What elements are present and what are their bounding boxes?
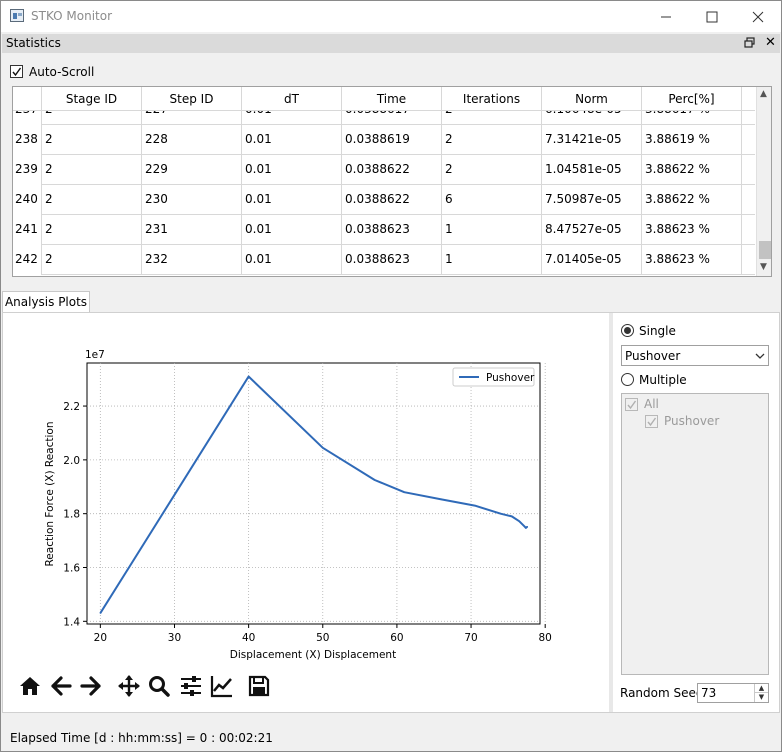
scroll-down-icon[interactable]: ▼ <box>760 262 767 272</box>
x-tick-label: 20 <box>94 632 107 644</box>
minimize-button[interactable] <box>643 1 689 32</box>
y-tick-label: 1.8 <box>63 509 80 521</box>
close-icon <box>752 11 764 22</box>
zoom-icon <box>149 676 170 697</box>
table-cell: 3.88623 % <box>642 215 742 245</box>
y-tick-label: 2.0 <box>63 455 80 467</box>
data-point <box>518 520 520 522</box>
y-tick-label: 1.6 <box>63 562 80 574</box>
x-tick-label: 60 <box>390 632 403 644</box>
scroll-up-icon[interactable]: ▲ <box>760 89 767 99</box>
dropdown-value: Pushover <box>625 349 681 363</box>
x-tick-label: 80 <box>539 632 552 644</box>
x-axis-label: Displacement (X) Displacement <box>230 649 396 661</box>
x-tick-label: 40 <box>242 632 255 644</box>
column-header[interactable]: Perc[%] <box>642 87 742 111</box>
pan-button[interactable] <box>115 673 143 699</box>
forward-button[interactable] <box>77 673 105 699</box>
save-icon <box>248 675 270 697</box>
edit-axes-icon <box>210 676 232 698</box>
single-radio[interactable] <box>621 324 634 337</box>
back-arrow-icon <box>51 676 72 696</box>
data-point <box>474 505 476 507</box>
data-point <box>374 479 376 481</box>
table-vertical-scrollbar[interactable]: ▲ ▼ <box>756 87 771 276</box>
column-header[interactable]: Iterations <box>442 87 542 111</box>
panel-splitter[interactable] <box>609 313 613 712</box>
data-point <box>322 447 324 449</box>
save-figure-button[interactable] <box>245 673 273 699</box>
data-point <box>173 494 176 496</box>
edit-axes-button[interactable] <box>208 673 236 699</box>
forward-arrow-icon <box>80 676 101 696</box>
app-window: STKO Monitor Statistics ✕ Auto-Scroll 23… <box>0 0 782 752</box>
column-header[interactable]: dT <box>242 87 342 111</box>
series-tree: All Pushover <box>621 393 769 675</box>
pushover-checkbox[interactable] <box>645 415 658 428</box>
data-point <box>511 515 513 517</box>
data-point <box>403 491 405 493</box>
back-button[interactable] <box>47 673 75 699</box>
legend-label: Pushover <box>486 372 535 384</box>
minimize-icon <box>661 16 671 17</box>
data-point <box>523 525 526 527</box>
configure-subplots-button[interactable] <box>177 673 205 699</box>
close-button[interactable] <box>735 1 781 32</box>
scrollbar-thumb[interactable] <box>759 241 771 259</box>
data-point <box>99 612 101 614</box>
single-label: Single <box>639 324 676 338</box>
checkmark-icon <box>647 417 657 427</box>
status-bar: Elapsed Time [d : hh:mm:ss] = 0 : 00:02:… <box>1 724 781 752</box>
dock-close-icon[interactable]: ✕ <box>765 35 776 50</box>
table-cell: 3.88619 % <box>642 125 742 155</box>
maximize-button[interactable] <box>689 1 735 32</box>
x-tick-label: 50 <box>316 632 329 644</box>
column-header[interactable]: Step ID <box>142 87 242 111</box>
y-tick-label: 1.4 <box>63 616 80 628</box>
y-axis-label: Reaction Force (X) Reaction <box>44 421 56 566</box>
table-cell: 3.88623 % <box>642 245 742 275</box>
maximize-icon <box>706 11 718 22</box>
home-icon <box>20 677 40 695</box>
data-point <box>440 498 442 501</box>
home-button[interactable] <box>16 673 44 699</box>
pushover-tree-label: Pushover <box>664 414 720 428</box>
data-point <box>500 513 502 515</box>
chevron-down-icon <box>755 353 765 359</box>
y-multiplier-label: 1e7 <box>85 349 105 361</box>
dock-float-icon[interactable] <box>744 37 756 49</box>
data-point <box>248 375 250 378</box>
table-cell: 3.88622 % <box>642 155 742 185</box>
multiple-label: Multiple <box>639 373 687 387</box>
plot-selector-dropdown[interactable]: Pushover <box>621 345 769 366</box>
x-tick-label: 30 <box>168 632 181 644</box>
legend: Pushover <box>452 367 535 387</box>
spin-up-icon[interactable]: ▲ <box>754 684 768 693</box>
all-checkbox[interactable] <box>625 398 638 411</box>
elapsed-time-text: Elapsed Time [d : hh:mm:ss] = 0 : 00:02:… <box>10 731 273 745</box>
subplots-config-icon <box>181 676 201 696</box>
y-tick-label: 2.2 <box>63 401 80 413</box>
random-seed-value: 73 <box>701 686 717 700</box>
table-cell: 3.88622 % <box>642 185 742 215</box>
pan-icon <box>118 675 140 697</box>
data-point <box>525 527 527 529</box>
column-header[interactable]: Norm <box>542 87 642 111</box>
column-header[interactable]: Time <box>342 87 442 111</box>
x-tick-label: 70 <box>464 632 477 644</box>
plot-area <box>86 362 541 625</box>
data-point <box>526 525 528 528</box>
x-axis-ticks: 20 30 40 50 60 70 80 <box>94 624 552 644</box>
spin-down-icon[interactable]: ▼ <box>754 693 768 702</box>
zoom-button[interactable] <box>145 673 173 699</box>
checkmark-icon <box>627 400 637 410</box>
table-header: Stage ID Step ID dT Time Iterations Norm… <box>13 87 755 111</box>
multiple-radio[interactable] <box>621 373 634 386</box>
column-header[interactable]: Stage ID <box>42 87 142 111</box>
corner-cell[interactable] <box>13 87 42 111</box>
random-seed-label: Random Seed: <box>620 686 708 700</box>
all-label: All <box>644 397 659 411</box>
y-axis-ticks: 1.4 1.6 1.8 2.0 2.2 <box>63 401 87 628</box>
random-seed-spinbox[interactable]: 73 ▲ ▼ <box>697 683 769 703</box>
